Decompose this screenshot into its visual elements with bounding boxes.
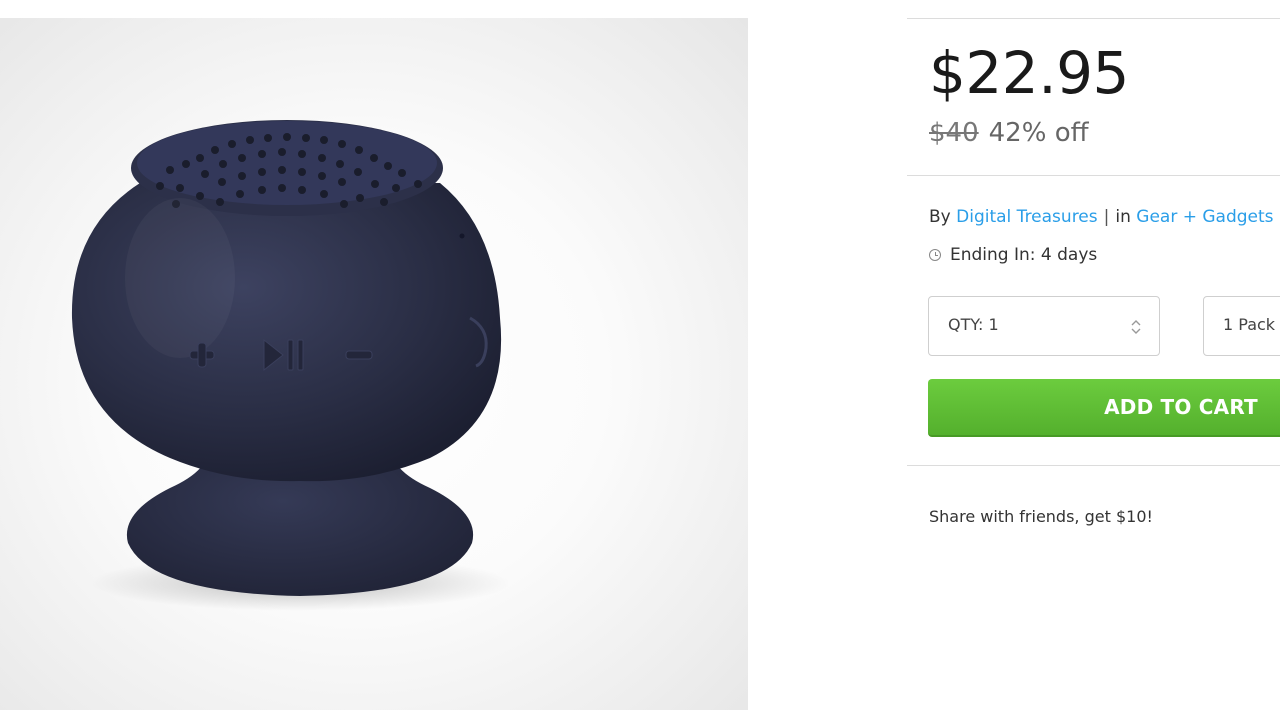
meta-separator: | <box>1103 207 1110 227</box>
discount-label: 42% off <box>988 118 1089 148</box>
original-price: $40 <box>929 118 979 148</box>
vendor-link[interactable]: Digital Treasures <box>956 207 1097 227</box>
speaker-illustration <box>71 120 510 611</box>
product-meta: By Digital Treasures | in Gear + Gadgets <box>929 205 1274 229</box>
share-text: Share with friends, get $10! <box>929 507 1153 526</box>
price-divider <box>907 175 1280 176</box>
product-image <box>0 18 748 710</box>
clock-icon <box>929 249 941 261</box>
pack-label: 1 Pack <box>1223 315 1276 334</box>
ending-row: Ending In: 4 days <box>929 243 1097 267</box>
original-price-row: $40 42% off <box>929 116 1089 150</box>
category-link[interactable]: Gear + Gadgets <box>1136 207 1273 227</box>
product-page: $22.95 $40 42% off By Digital Treasures | i… <box>0 0 1280 720</box>
add-to-cart-label: ADD TO CART <box>1104 395 1258 419</box>
add-to-cart-button[interactable]: ADD TO CART <box>928 379 1280 437</box>
sale-price: $22.95 <box>929 39 1129 107</box>
pack-select[interactable]: 1 Pack <box>1203 296 1280 356</box>
quantity-label: QTY: 1 <box>948 315 999 334</box>
quantity-select[interactable]: QTY: 1 <box>928 296 1160 356</box>
cart-divider <box>907 465 1280 466</box>
top-divider <box>907 18 1280 19</box>
ending-text: Ending In: 4 days <box>950 245 1098 265</box>
by-label: By <box>929 207 951 227</box>
chevron-up-down-icon <box>1131 320 1141 334</box>
in-label: in <box>1115 207 1131 227</box>
